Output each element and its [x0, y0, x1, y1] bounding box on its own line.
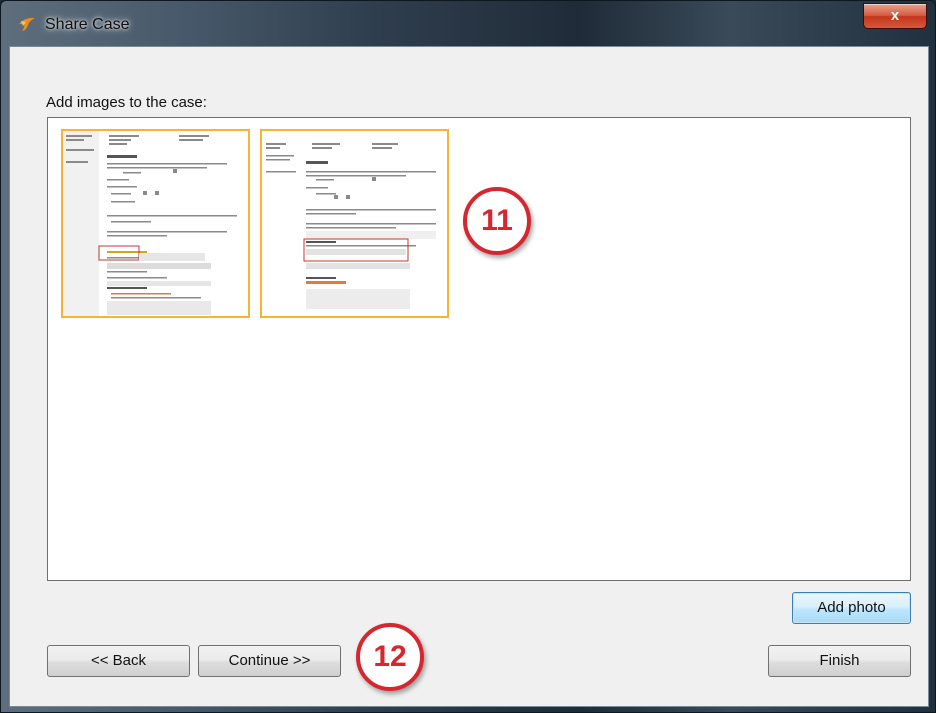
back-button[interactable]: << Back	[47, 645, 190, 677]
share-case-dialog: Share Case x Add images to the case: Add…	[0, 0, 936, 713]
instruction-label: Add images to the case:	[46, 94, 207, 111]
image-thumbnail[interactable]	[61, 129, 250, 318]
step-callout-11: 11	[463, 187, 531, 255]
image-thumbnail[interactable]	[260, 129, 449, 318]
dialog-content: Add images to the case: Add photo << Bac…	[9, 46, 929, 707]
title-bar[interactable]: Share Case x	[1, 1, 935, 45]
close-button[interactable]: x	[863, 3, 927, 29]
close-icon: x	[890, 7, 900, 24]
add-photo-button[interactable]: Add photo	[792, 592, 911, 624]
app-logo-icon	[17, 15, 37, 33]
window-title: Share Case	[45, 16, 130, 33]
step-callout-12: 12	[356, 623, 424, 691]
continue-button[interactable]: Continue >>	[198, 645, 341, 677]
thumbnail-preview	[63, 131, 248, 316]
finish-button[interactable]: Finish	[768, 645, 911, 677]
image-list[interactable]	[47, 117, 911, 581]
thumbnail-preview	[262, 131, 447, 316]
